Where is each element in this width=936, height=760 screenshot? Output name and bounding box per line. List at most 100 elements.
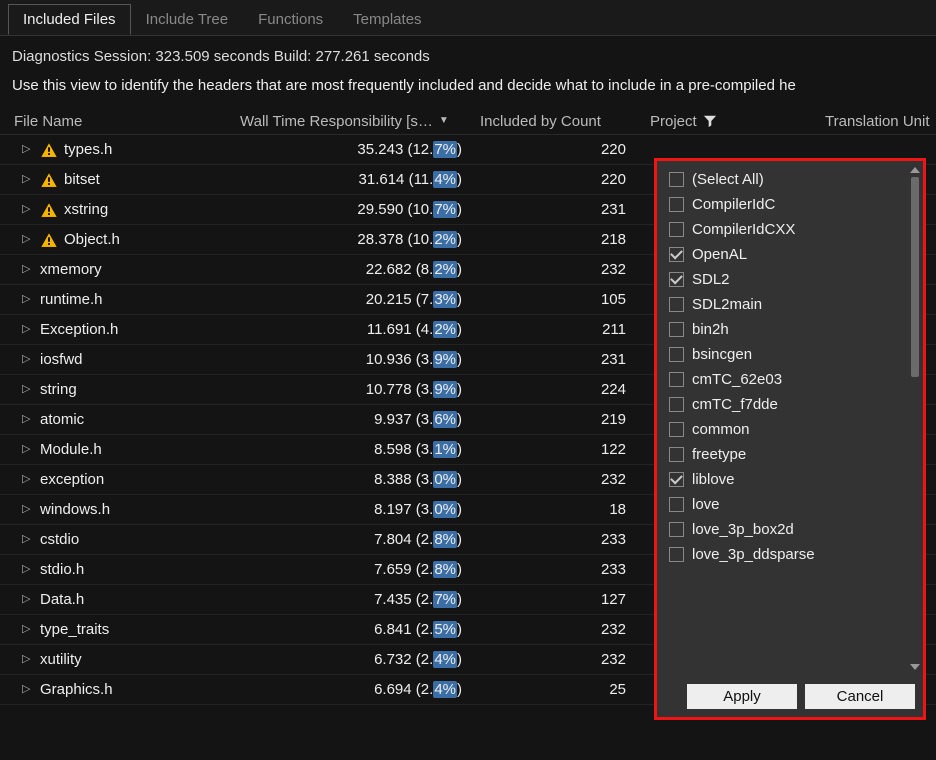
checkbox[interactable] [669, 197, 684, 212]
expand-icon[interactable]: ▷ [22, 234, 34, 245]
project-filter-popup: (Select All)CompilerIdCCompilerIdCXX Open… [654, 158, 926, 720]
expand-icon[interactable]: ▷ [22, 684, 34, 695]
expand-icon[interactable]: ▷ [22, 144, 34, 155]
filter-item[interactable]: love_3p_ddsparse [663, 542, 919, 567]
scroll-up-icon[interactable] [910, 167, 920, 173]
filter-item-label: cmTC_62e03 [692, 371, 782, 388]
checkbox[interactable] [669, 272, 684, 287]
checkbox[interactable] [669, 372, 684, 387]
cell-wall-time: 22.682 (8.2%) [240, 261, 480, 278]
pct-highlight: 4% [433, 651, 457, 668]
cell-file: ▷types.h [0, 141, 240, 159]
pct-pre: (3. [412, 381, 434, 398]
tab-include-tree[interactable]: Include Tree [131, 4, 244, 35]
cell-file: ▷ cstdio [0, 531, 240, 548]
expand-icon[interactable]: ▷ [22, 384, 34, 395]
checkbox[interactable] [669, 397, 684, 412]
tab-functions[interactable]: Functions [243, 4, 338, 35]
checkbox[interactable] [669, 447, 684, 462]
filter-item[interactable]: cmTC_f7dde [663, 392, 919, 417]
filter-item[interactable]: common [663, 417, 919, 442]
checkbox[interactable] [669, 322, 684, 337]
filter-item[interactable]: SDL2 [663, 267, 919, 292]
cancel-button[interactable]: Cancel [805, 684, 915, 709]
checkbox[interactable] [669, 422, 684, 437]
expand-icon[interactable]: ▷ [22, 594, 34, 605]
expand-icon[interactable]: ▷ [22, 564, 34, 575]
filter-item[interactable]: CompilerIdCXX [663, 217, 919, 242]
filter-item[interactable]: bin2h [663, 317, 919, 342]
filter-item-label: SDL2main [692, 296, 762, 313]
expand-icon[interactable]: ▷ [22, 204, 34, 215]
pct-highlight: 3% [433, 291, 457, 308]
expand-icon[interactable]: ▷ [22, 624, 34, 635]
cell-wall-time: 8.598 (3.1%) [240, 441, 480, 458]
checkbox[interactable] [669, 297, 684, 312]
expand-icon[interactable]: ▷ [22, 444, 34, 455]
expand-icon[interactable]: ▷ [22, 354, 34, 365]
scroll-thumb[interactable] [911, 177, 919, 377]
expand-icon[interactable]: ▷ [22, 534, 34, 545]
file-name: cstdio [40, 531, 79, 548]
checkbox[interactable] [669, 472, 684, 487]
filter-item[interactable]: liblove [663, 467, 919, 492]
cell-wall-time: 35.243 (12.7%) [240, 141, 480, 158]
pct-post: ) [457, 291, 462, 308]
column-header-file[interactable]: File Name [0, 112, 240, 130]
cell-file: ▷ Data.h [0, 591, 240, 608]
pct-pre: (7. [412, 291, 434, 308]
pct-pre: (10. [403, 231, 433, 248]
filter-item[interactable]: cmTC_62e03 [663, 367, 919, 392]
expand-icon[interactable]: ▷ [22, 654, 34, 665]
filter-item[interactable]: love_3p_box2d [663, 517, 919, 542]
scroll-down-icon[interactable] [910, 664, 920, 670]
file-name: Data.h [40, 591, 84, 608]
filter-item[interactable]: (Select All) [663, 167, 919, 192]
tab-included-files[interactable]: Included Files [8, 4, 131, 35]
warning-icon [40, 201, 58, 219]
expand-icon[interactable]: ▷ [22, 504, 34, 515]
filter-item-label: OpenAL [692, 246, 747, 263]
filter-scrollbar[interactable] [910, 167, 920, 670]
pct-post: ) [457, 171, 462, 188]
filter-item[interactable]: SDL2main [663, 292, 919, 317]
checkbox[interactable] [669, 222, 684, 237]
expand-icon[interactable]: ▷ [22, 414, 34, 425]
cell-wall-time: 28.378 (10.2%) [240, 231, 480, 248]
expand-icon[interactable]: ▷ [22, 174, 34, 185]
checkbox[interactable] [669, 497, 684, 512]
wall-seconds: 22.682 [366, 261, 412, 278]
expand-icon[interactable]: ▷ [22, 324, 34, 335]
tab-templates[interactable]: Templates [338, 4, 436, 35]
expand-icon[interactable]: ▷ [22, 474, 34, 485]
checkbox[interactable] [669, 522, 684, 537]
filter-item[interactable]: OpenAL [663, 242, 919, 267]
cell-file: ▷type_traits [0, 621, 240, 638]
filter-icon [703, 114, 717, 130]
column-header-wall[interactable]: Wall Time Responsibility [s… ▼ [240, 112, 480, 130]
wall-seconds: 20.215 [366, 291, 412, 308]
expand-icon[interactable]: ▷ [22, 294, 34, 305]
filter-item[interactable]: CompilerIdC [663, 192, 919, 217]
column-header-translation-unit[interactable]: Translation Unit [825, 112, 936, 130]
expand-icon[interactable]: ▷ [22, 264, 34, 275]
cell-file: ▷windows.h [0, 501, 240, 518]
checkbox[interactable] [669, 172, 684, 187]
filter-item[interactable]: bsincgen [663, 342, 919, 367]
filter-item[interactable]: love [663, 492, 919, 517]
file-name: atomic [40, 411, 84, 428]
wall-seconds: 7.804 [374, 531, 412, 548]
checkbox[interactable] [669, 247, 684, 262]
column-header-wall-label: Wall Time Responsibility [s… [240, 113, 433, 130]
checkbox[interactable] [669, 547, 684, 562]
filter-item[interactable]: freetype [663, 442, 919, 467]
column-header-count[interactable]: Included by Count [480, 112, 650, 130]
pct-pre: (3. [412, 351, 434, 368]
column-header-project[interactable]: Project [650, 112, 825, 130]
wall-seconds: 7.435 [374, 591, 412, 608]
cell-file: ▷string [0, 381, 240, 398]
pct-highlight: 0% [433, 471, 457, 488]
cell-wall-time: 7.804 (2.8%) [240, 531, 480, 548]
checkbox[interactable] [669, 347, 684, 362]
apply-button[interactable]: Apply [687, 684, 797, 709]
